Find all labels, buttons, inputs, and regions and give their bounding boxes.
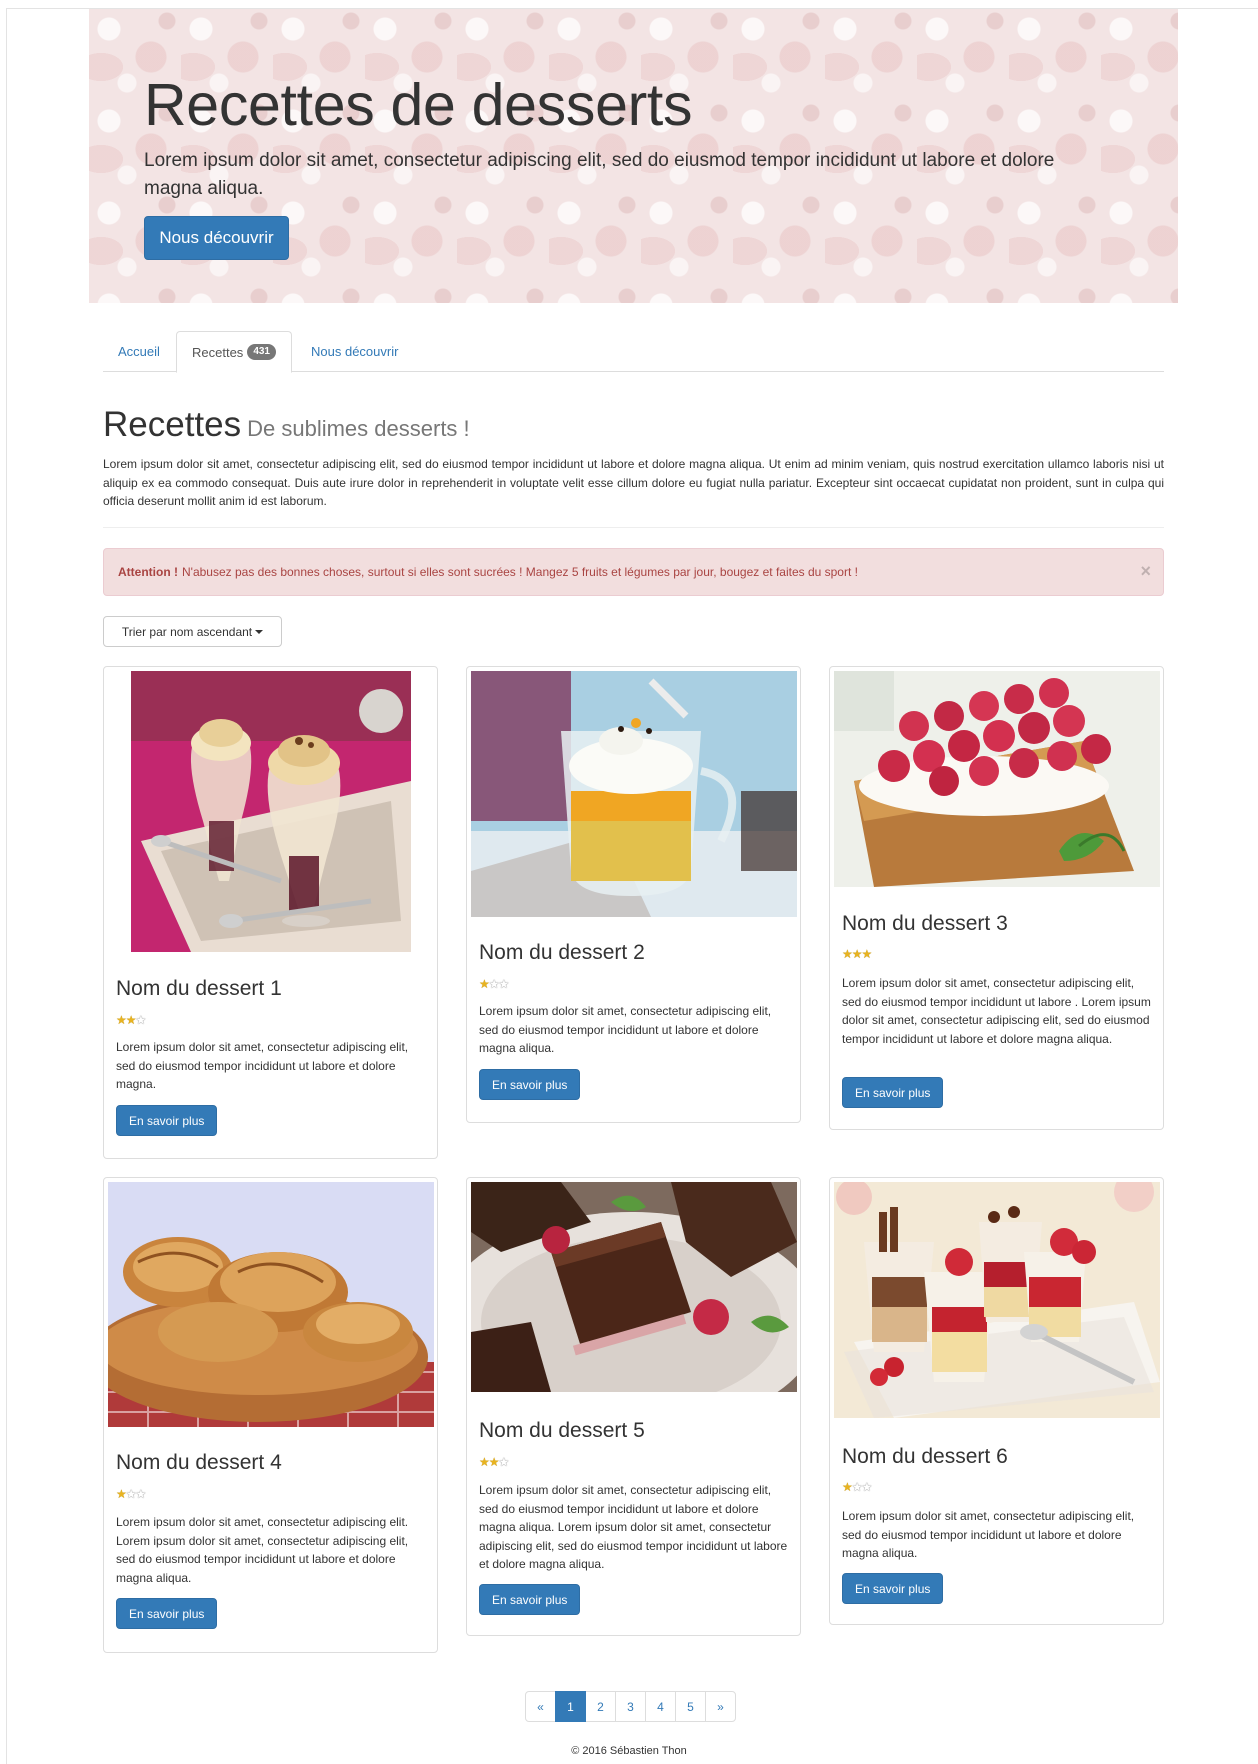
card-title: Nom du dessert 2: [479, 941, 645, 964]
star-empty-icon: ★: [498, 977, 510, 991]
site-title: Recettes de desserts: [144, 72, 693, 138]
recipe-card: Nom du dessert 4 ★★★ Lorem ipsum dolor s…: [103, 1177, 438, 1653]
tab-label: Recettes: [192, 344, 244, 360]
page-prev[interactable]: «: [525, 1691, 556, 1722]
recipe-card: Nom du dessert 1 ★★★ Lorem ipsum dolor s…: [103, 666, 438, 1159]
dessert-image: [834, 1182, 1160, 1418]
star-empty-icon: ★: [851, 1480, 863, 1494]
dessert-image: [834, 671, 1160, 887]
star-filled-icon: ★: [479, 1455, 490, 1469]
star-filled-icon: ★: [488, 1455, 500, 1469]
card-title: Nom du dessert 5: [479, 1419, 645, 1442]
verrine-image: [471, 671, 797, 917]
page-2[interactable]: 2: [585, 1691, 616, 1722]
page-5[interactable]: 5: [675, 1691, 706, 1722]
card-title: Nom du dessert 3: [842, 912, 1008, 935]
footer-copyright: © 2016 Sébastien Thon: [571, 1745, 687, 1757]
rating-stars: ★★★: [479, 977, 510, 991]
star-filled-icon: ★: [842, 1480, 853, 1494]
page-title-text: Recettes: [103, 405, 242, 444]
card-title: Nom du dessert 6: [842, 1445, 1008, 1468]
rating-stars: ★★★: [842, 1480, 873, 1494]
card-description: Lorem ipsum dolor sit amet, consectetur …: [116, 1040, 409, 1091]
recipe-count-badge: 431: [247, 344, 276, 360]
tab-label: Accueil: [118, 344, 160, 359]
star-empty-icon: ★: [498, 1455, 510, 1469]
card-description: Lorem ipsum dolor sit amet, consectetur …: [842, 976, 1151, 1046]
sort-dropdown[interactable]: Trier par nom ascendant: [103, 616, 282, 647]
jumbotron: Recettes de desserts Lorem ipsum dolor s…: [89, 9, 1178, 303]
alert-strong: Attention !: [118, 565, 178, 579]
recipe-card: Nom du dessert 2 ★★★ Lorem ipsum dolor s…: [466, 666, 801, 1123]
page-4[interactable]: 4: [645, 1691, 676, 1722]
star-empty-icon: ★: [135, 1487, 147, 1501]
rating-stars: ★★★: [479, 1455, 510, 1469]
recipe-card: Nom du dessert 6 ★★★ Lorem ipsum dolor s…: [829, 1177, 1164, 1625]
star-filled-icon: ★: [125, 1013, 137, 1027]
caret-down-icon: [255, 629, 264, 634]
pagination: « 1 2 3 4 5 »: [525, 1691, 736, 1722]
read-more-button[interactable]: En savoir plus: [479, 1584, 581, 1615]
read-more-button[interactable]: En savoir plus: [116, 1105, 218, 1136]
warning-alert: Attention ! N'abusez pas des bonnes chos…: [103, 548, 1164, 596]
read-more-button[interactable]: En savoir plus: [842, 1077, 944, 1108]
page-3[interactable]: 3: [615, 1691, 646, 1722]
close-icon[interactable]: ×: [1140, 561, 1151, 582]
intro-paragraph: Lorem ipsum dolor sit amet, consectetur …: [103, 457, 1164, 508]
raspberry-tart-image: [834, 671, 1160, 887]
star-filled-icon: ★: [851, 947, 863, 961]
sort-label: Trier par nom ascendant: [121, 624, 253, 639]
discover-button[interactable]: Nous découvrir: [144, 216, 289, 260]
dessert-image: [471, 1182, 797, 1392]
tab-nous-decouvrir[interactable]: Nous découvrir: [296, 331, 413, 372]
dessert-image: [471, 671, 797, 917]
tab-accueil[interactable]: Accueil: [103, 331, 175, 372]
page-title: Recettes De sublimes desserts !: [103, 405, 470, 445]
star-empty-icon: ★: [135, 1013, 147, 1027]
read-more-button[interactable]: En savoir plus: [479, 1069, 581, 1100]
rating-stars: ★★★: [842, 947, 873, 961]
star-empty-icon: ★: [861, 1480, 873, 1494]
page-subtitle: De sublimes desserts !: [247, 416, 470, 441]
star-filled-icon: ★: [842, 947, 853, 961]
page-next[interactable]: »: [705, 1691, 736, 1722]
sundae-image: [131, 671, 411, 952]
rating-stars: ★★★: [116, 1013, 147, 1027]
star-filled-icon: ★: [479, 977, 490, 991]
tab-label: Nous découvrir: [311, 344, 399, 359]
alert-text: N'abusez pas des bonnes choses, surtout …: [181, 565, 858, 579]
dessert-image: [108, 1182, 434, 1427]
rating-stars: ★★★: [116, 1487, 147, 1501]
card-title: Nom du dessert 4: [116, 1451, 282, 1474]
dessert-image: [131, 671, 411, 952]
tab-recettes[interactable]: Recettes 431: [176, 331, 292, 373]
card-description: Lorem ipsum dolor sit amet, consectetur …: [479, 1483, 788, 1571]
recipe-card: Nom du dessert 3 ★★★ Lorem ipsum dolor s…: [829, 666, 1164, 1130]
read-more-button[interactable]: En savoir plus: [116, 1598, 218, 1629]
card-description: Lorem ipsum dolor sit amet, consectetur …: [116, 1515, 409, 1585]
star-filled-icon: ★: [116, 1013, 127, 1027]
star-empty-icon: ★: [125, 1487, 137, 1501]
jumbotron-lead: Lorem ipsum dolor sit amet, consectetur …: [144, 150, 1055, 199]
nav-tabs: Accueil Recettes 431 Nous découvrir: [103, 331, 1164, 373]
star-filled-icon: ★: [861, 947, 873, 961]
card-title: Nom du dessert 1: [116, 977, 282, 1000]
strawberry-verrines-image: [834, 1182, 1160, 1418]
star-empty-icon: ★: [488, 977, 500, 991]
divider: [103, 527, 1164, 528]
card-description: Lorem ipsum dolor sit amet, consectetur …: [479, 1004, 772, 1055]
chocolate-squares-image: [471, 1182, 797, 1392]
recipe-card: Nom du dessert 5 ★★★ Lorem ipsum dolor s…: [466, 1177, 801, 1636]
card-description: Lorem ipsum dolor sit amet, consectetur …: [842, 1509, 1135, 1560]
read-more-button[interactable]: En savoir plus: [842, 1573, 944, 1604]
star-filled-icon: ★: [116, 1487, 127, 1501]
page-1[interactable]: 1: [555, 1691, 586, 1722]
croissants-image: [108, 1182, 434, 1427]
